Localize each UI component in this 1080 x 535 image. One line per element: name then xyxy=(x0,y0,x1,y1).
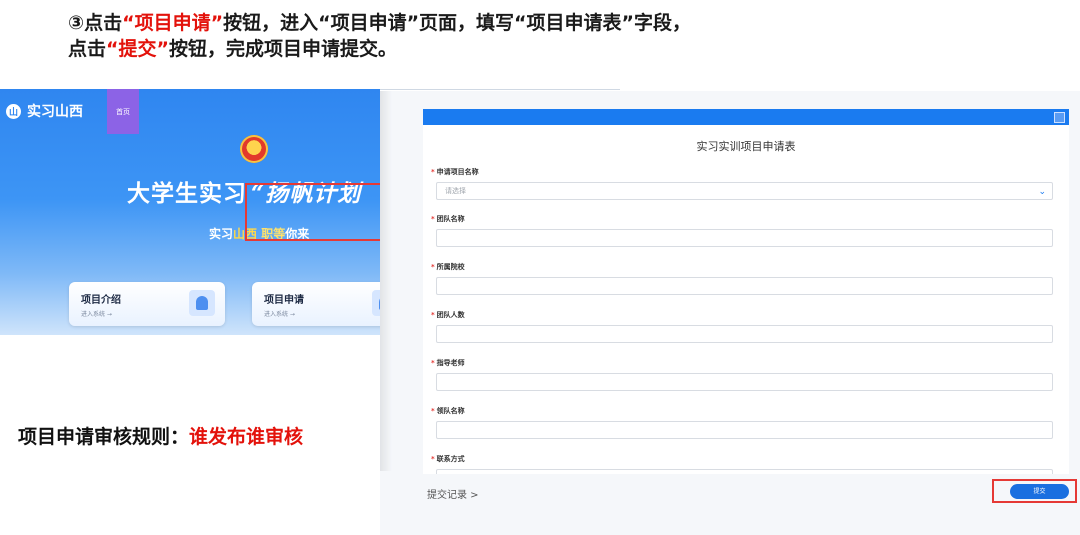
contact-input[interactable] xyxy=(436,469,1053,474)
school-input[interactable] xyxy=(436,277,1053,295)
portal-brand[interactable]: 山 实习山西 xyxy=(6,101,83,121)
required-mark: * xyxy=(431,359,435,367)
required-mark: * xyxy=(431,311,435,319)
field-label-contact: * 联系方式 xyxy=(431,455,465,463)
advisor-input[interactable] xyxy=(436,373,1053,391)
person-icon xyxy=(189,290,215,316)
form-title: 实习实训项目申请表 xyxy=(696,140,796,153)
instruction-text: ③点击“项目申请”按钮，进入“项目申请”页面，填写“项目申请表”字段， 点击“提… xyxy=(68,10,968,62)
leader-input[interactable] xyxy=(436,421,1053,439)
required-mark: * xyxy=(431,215,435,223)
team-name-input[interactable] xyxy=(436,229,1053,247)
project-apply-highlight-box xyxy=(245,183,385,241)
required-mark: * xyxy=(431,455,435,463)
person-icon xyxy=(372,290,380,316)
brand-name: 实习山西 xyxy=(27,104,83,120)
instruction-line-1: ③点击“项目申请”按钮，进入“项目申请”页面，填写“项目申请表”字段， xyxy=(68,12,692,34)
submission-history-link[interactable]: 提交记录 > xyxy=(427,486,479,501)
field-label-team-size: * 团队人数 xyxy=(431,311,465,319)
required-mark: * xyxy=(431,407,435,415)
form-header-bar xyxy=(423,109,1069,125)
project-intro-card[interactable]: 项目介绍 进入系统 → xyxy=(69,282,225,326)
project-apply-card[interactable]: 项目申请 进入系统 → xyxy=(252,282,380,326)
nav-tab-home[interactable]: 首页 xyxy=(107,89,139,134)
application-form: 实习实训项目申请表 * 申请项目名称 请选择 ⌄ * 团队名称 * 所属院校 * 团队人… xyxy=(423,109,1069,474)
required-mark: * xyxy=(431,263,435,271)
divider xyxy=(380,89,620,90)
field-label-project-name: * 申请项目名称 xyxy=(431,168,479,176)
project-name-select[interactable]: 请选择 ⌄ xyxy=(436,182,1053,200)
audit-rule-text: 项目申请审核规则：谁发布谁审核 xyxy=(18,426,304,448)
chevron-down-icon: ⌄ xyxy=(1038,187,1046,197)
team-size-input[interactable] xyxy=(436,325,1053,343)
field-label-team-name: * 团队名称 xyxy=(431,215,465,223)
submit-button[interactable]: 提交 xyxy=(1010,484,1069,499)
brand-logo-icon: 山 xyxy=(6,103,21,119)
field-label-school: * 所属院校 xyxy=(431,263,465,271)
instruction-line-2: 点击“提交”按钮，完成项目申请提交。 xyxy=(68,38,398,60)
required-mark: * xyxy=(431,168,435,176)
panel-shadow xyxy=(380,91,392,471)
field-label-advisor: * 指导老师 xyxy=(431,359,465,367)
youth-league-emblem-icon xyxy=(240,135,268,163)
close-icon[interactable] xyxy=(1054,112,1065,123)
field-label-leader: * 领队名称 xyxy=(431,407,465,415)
